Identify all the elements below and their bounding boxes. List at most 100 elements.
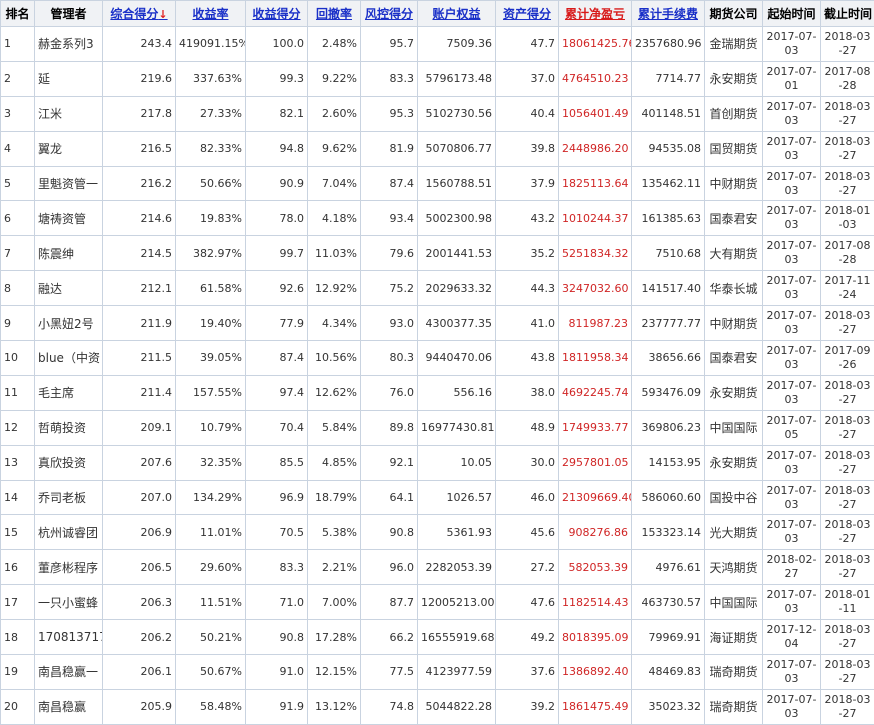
- header-return-rate[interactable]: 收益率: [175, 0, 246, 27]
- composite-score: 214.5: [102, 235, 176, 272]
- start-date: 2017-07-03: [762, 130, 821, 167]
- return-score: 90.9: [245, 165, 308, 202]
- table-row: 10 blue（中资 211.5 39.05% 87.4 10.56% 80.3 944047…: [0, 340, 874, 376]
- header-cum-fee[interactable]: 累计手续费: [631, 0, 705, 27]
- account-equity: 556.16: [417, 374, 496, 411]
- drawdown-rate: 12.92%: [307, 270, 361, 307]
- header-cum-profit[interactable]: 累计净盈亏: [558, 0, 632, 27]
- cumulative-fee: 463730.57: [631, 584, 705, 621]
- return-rate: 32.35%: [175, 444, 246, 481]
- account-equity: 5361.93: [417, 514, 496, 551]
- end-date: 2017-08-28: [820, 235, 874, 272]
- rank-cell: 1: [0, 26, 35, 62]
- composite-score: 206.3: [102, 584, 176, 621]
- end-date: 2018-03-27: [820, 165, 874, 202]
- sort-desc-icon[interactable]: ↓: [158, 8, 167, 21]
- table-row: 8 融达 212.1 61.58% 92.6 12.92% 75.2 2029633.32 44…: [0, 270, 874, 307]
- composite-score: 206.9: [102, 514, 176, 551]
- account-equity: 12005213.00: [417, 584, 496, 621]
- futures-company: 国贸期货: [704, 130, 763, 167]
- ranking-table: 排名 管理者 综合得分↓ 收益率 收益得分 回撤率 风控得分 账户权益 资产得分…: [0, 0, 874, 725]
- account-equity: 5102730.56: [417, 95, 496, 132]
- cumulative-fee: 48469.83: [631, 654, 705, 690]
- rank-cell: 5: [0, 165, 35, 202]
- manager-name: 塘祷资管: [34, 200, 103, 237]
- drawdown-rate: 17.28%: [307, 619, 361, 656]
- asset-score: 39.2: [495, 688, 559, 725]
- rank-cell: 18: [0, 619, 35, 656]
- risk-score: 92.1: [360, 444, 418, 481]
- drawdown-rate: 7.04%: [307, 165, 361, 202]
- cumulative-profit: 18061425.76: [558, 26, 632, 62]
- account-equity: 2001441.53: [417, 235, 496, 272]
- asset-score: 43.8: [495, 340, 559, 376]
- composite-score: 207.0: [102, 479, 176, 516]
- composite-score: 206.1: [102, 654, 176, 690]
- composite-score: 211.4: [102, 374, 176, 411]
- cumulative-fee: 7714.77: [631, 60, 705, 97]
- return-score: 71.0: [245, 584, 308, 621]
- asset-score: 43.2: [495, 200, 559, 237]
- start-date: 2017-07-03: [762, 26, 821, 62]
- return-rate: 419091.15%: [175, 26, 246, 62]
- asset-score: 46.0: [495, 479, 559, 516]
- header-equity[interactable]: 账户权益: [417, 0, 496, 27]
- manager-name: 南昌稳赢一: [34, 654, 103, 690]
- start-date: 2017-12-04: [762, 619, 821, 656]
- risk-score: 87.4: [360, 165, 418, 202]
- start-date: 2017-07-03: [762, 514, 821, 551]
- cumulative-fee: 135462.11: [631, 165, 705, 202]
- cumulative-fee: 14153.95: [631, 444, 705, 481]
- rank-cell: 14: [0, 479, 35, 516]
- header-composite-score[interactable]: 综合得分↓: [102, 0, 176, 27]
- return-score: 96.9: [245, 479, 308, 516]
- account-equity: 2029633.32: [417, 270, 496, 307]
- table-row: 4 翼龙 216.5 82.33% 94.8 9.62% 81.9 5070806.77 39.…: [0, 130, 874, 167]
- header-return-score[interactable]: 收益得分: [245, 0, 308, 27]
- cumulative-profit: 5251834.32: [558, 235, 632, 272]
- cumulative-profit: 4692245.74: [558, 374, 632, 411]
- return-score: 91.9: [245, 688, 308, 725]
- drawdown-rate: 12.62%: [307, 374, 361, 411]
- start-date: 2017-07-03: [762, 305, 821, 342]
- table-row: 19 南昌稳赢一 206.1 50.67% 91.0 12.15% 77.5 4123977.…: [0, 654, 874, 690]
- header-composite-score-label[interactable]: 综合得分: [110, 7, 158, 21]
- asset-score: 38.0: [495, 374, 559, 411]
- futures-company: 天鸿期货: [704, 549, 763, 586]
- asset-score: 49.2: [495, 619, 559, 656]
- return-rate: 19.83%: [175, 200, 246, 237]
- cumulative-fee: 161385.63: [631, 200, 705, 237]
- header-risk-score[interactable]: 风控得分: [360, 0, 418, 27]
- manager-name: 真欣投资: [34, 444, 103, 481]
- header-manager: 管理者: [34, 0, 103, 27]
- asset-score: 37.6: [495, 654, 559, 690]
- rank-cell: 12: [0, 409, 35, 446]
- manager-name: 融达: [34, 270, 103, 307]
- manager-name: 17081371717: [34, 619, 103, 656]
- rank-cell: 11: [0, 374, 35, 411]
- composite-score: 206.2: [102, 619, 176, 656]
- cumulative-profit: 2448986.20: [558, 130, 632, 167]
- cumulative-profit: 1010244.37: [558, 200, 632, 237]
- return-score: 90.8: [245, 619, 308, 656]
- start-date: 2017-07-03: [762, 270, 821, 307]
- futures-company: 华泰长城: [704, 270, 763, 307]
- risk-score: 89.8: [360, 409, 418, 446]
- end-date: 2018-03-27: [820, 130, 874, 167]
- header-asset-score[interactable]: 资产得分: [495, 0, 559, 27]
- composite-score: 212.1: [102, 270, 176, 307]
- header-row: 排名 管理者 综合得分↓ 收益率 收益得分 回撤率 风控得分 账户权益 资产得分…: [0, 0, 874, 27]
- return-score: 99.3: [245, 60, 308, 97]
- drawdown-rate: 2.21%: [307, 549, 361, 586]
- futures-company: 海证期货: [704, 619, 763, 656]
- header-drawdown[interactable]: 回撤率: [307, 0, 361, 27]
- cumulative-profit: 582053.39: [558, 549, 632, 586]
- risk-score: 76.0: [360, 374, 418, 411]
- cumulative-fee: 401148.51: [631, 95, 705, 132]
- rank-cell: 6: [0, 200, 35, 237]
- account-equity: 1560788.51: [417, 165, 496, 202]
- futures-company: 永安期货: [704, 374, 763, 411]
- rank-cell: 4: [0, 130, 35, 167]
- cumulative-profit: 1056401.49: [558, 95, 632, 132]
- futures-company: 中国国际: [704, 409, 763, 446]
